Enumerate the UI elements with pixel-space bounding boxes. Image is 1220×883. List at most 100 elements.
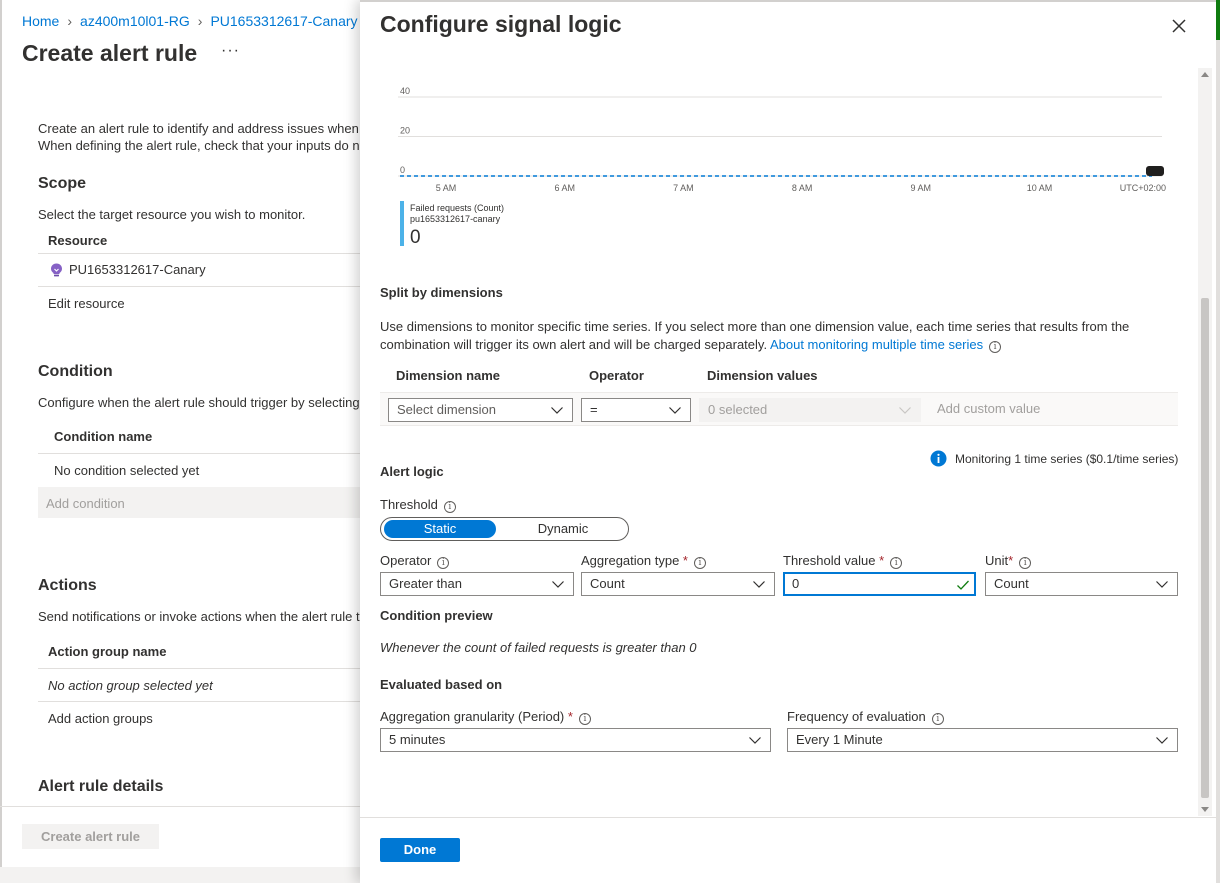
- dropdown-value: Greater than: [389, 576, 462, 591]
- aggregation-type-dropdown[interactable]: Count: [581, 572, 775, 596]
- condition-column-header: Condition name: [54, 429, 153, 444]
- add-action-groups-link[interactable]: Add action groups: [48, 711, 153, 726]
- condition-preview-text: Whenever the count of failed requests is…: [380, 640, 697, 655]
- label-text: Operator: [380, 553, 432, 568]
- y-tick-label: 0: [400, 165, 405, 175]
- edit-resource-link[interactable]: Edit resource: [48, 296, 125, 311]
- more-options-button[interactable]: ···: [221, 42, 240, 60]
- configure-signal-logic-panel: Configure signal logic 0 20 40 5 AM 6 AM 7 AM…: [360, 0, 1220, 883]
- info-icon[interactable]: i: [989, 341, 1002, 353]
- add-custom-value-input[interactable]: Add custom value: [937, 401, 1040, 416]
- required-asterisk: *: [1008, 553, 1014, 568]
- close-icon[interactable]: [1167, 14, 1191, 38]
- breadcrumb-resource[interactable]: PU1653312617-Canary: [210, 13, 357, 29]
- frequency-of-evaluation-label: Frequency of evaluation i: [787, 709, 944, 725]
- chevron-down-icon: [749, 737, 761, 744]
- aggregation-granularity-dropdown[interactable]: 5 minutes: [380, 728, 771, 752]
- info-icon[interactable]: i: [578, 713, 591, 725]
- scroll-down-icon[interactable]: [1201, 807, 1209, 812]
- info-icon[interactable]: i: [693, 557, 706, 569]
- select-dimension-dropdown[interactable]: Select dimension: [388, 398, 573, 422]
- dropdown-value: 0 selected: [708, 402, 768, 417]
- resource-column-header: Resource: [48, 233, 108, 248]
- condition-heading: Condition: [38, 363, 113, 380]
- about-multiple-time-series-link[interactable]: About monitoring multiple time series: [770, 337, 983, 352]
- label-text: Aggregation granularity (Period): [380, 709, 565, 724]
- divider: [38, 286, 368, 287]
- actions-heading: Actions: [38, 577, 97, 594]
- current-time-marker: [1146, 166, 1164, 176]
- scope-heading: Scope: [38, 175, 87, 192]
- alert-rule-details-heading: Alert rule details: [38, 778, 164, 795]
- unit-label: Unit* i: [985, 553, 1032, 569]
- label-text: Threshold: [380, 497, 438, 512]
- chevron-down-icon: [1156, 581, 1168, 588]
- add-condition-button[interactable]: Add condition: [38, 487, 368, 518]
- aggregation-granularity-label: Aggregation granularity (Period) * i: [380, 709, 591, 725]
- dropdown-value: Count: [590, 576, 625, 591]
- scrollbar-thumb[interactable]: [1201, 298, 1209, 798]
- static-option[interactable]: Static: [384, 520, 496, 538]
- info-icon[interactable]: i: [437, 557, 450, 569]
- dynamic-option[interactable]: Dynamic: [507, 520, 619, 538]
- alert-logic-heading: Alert logic: [380, 464, 444, 479]
- x-tick-label: 6 AM: [554, 183, 575, 193]
- chevron-down-icon: [899, 407, 911, 414]
- required-asterisk: *: [567, 709, 573, 724]
- info-icon[interactable]: i: [931, 713, 944, 725]
- resource-row: PU1653312617-Canary: [50, 262, 206, 277]
- threshold-value-label: Threshold value * i: [783, 553, 903, 569]
- y-tick-label: 40: [400, 86, 410, 96]
- actions-description: Send notifications or invoke actions whe…: [38, 609, 360, 624]
- divider: [38, 253, 368, 254]
- legend-value: 0: [410, 227, 421, 248]
- frequency-of-evaluation-dropdown[interactable]: Every 1 Minute: [787, 728, 1178, 752]
- create-alert-rule-button[interactable]: Create alert rule: [22, 824, 159, 849]
- dropdown-value: 5 minutes: [389, 732, 446, 747]
- footer-divider: [360, 817, 1220, 818]
- x-tick-label: 7 AM: [673, 183, 694, 193]
- breadcrumb-home[interactable]: Home: [22, 13, 59, 29]
- x-tick-label: 5 AM: [436, 183, 457, 193]
- x-tick-label: 8 AM: [792, 183, 813, 193]
- condition-description: Configure when the alert rule should tri…: [38, 395, 360, 410]
- vertical-scrollbar[interactable]: [1198, 68, 1212, 816]
- threshold-value-input[interactable]: 0: [783, 572, 976, 596]
- info-icon[interactable]: i: [890, 557, 903, 569]
- metric-chart: 0 20 40 5 AM 6 AM 7 AM 8 AM 9 AM 10 AM UTC+02:00: [398, 86, 1166, 193]
- info-icon[interactable]: i: [1019, 557, 1032, 569]
- scroll-up-icon[interactable]: [1201, 72, 1209, 77]
- threshold-label: Threshold i: [380, 497, 456, 513]
- threshold-toggle: Static Dynamic: [380, 517, 629, 541]
- label-text: Aggregation type: [581, 553, 680, 568]
- chevron-down-icon: [753, 581, 765, 588]
- condition-empty-text: No condition selected yet: [54, 463, 200, 478]
- evaluated-based-on-heading: Evaluated based on: [380, 677, 503, 692]
- label-text: Unit: [985, 553, 1009, 568]
- legend-color-bar: [400, 201, 404, 246]
- dropdown-value: Count: [994, 576, 1029, 591]
- window-edge: [1216, 0, 1220, 883]
- breadcrumb-resource-group[interactable]: az400m10l01-RG: [80, 13, 190, 29]
- info-icon[interactable]: i: [443, 501, 456, 513]
- label-text: Frequency of evaluation: [787, 709, 926, 724]
- panel-top-border: [360, 0, 1220, 2]
- action-group-empty-text: No action group selected yet: [48, 678, 213, 693]
- resource-name: PU1653312617-Canary: [69, 262, 206, 277]
- dropdown-value: Select dimension: [397, 402, 496, 417]
- split-description-text: Use dimensions to monitor specific time …: [380, 319, 1130, 352]
- done-button[interactable]: Done: [380, 838, 460, 862]
- breadcrumb: Home › az400m10l01-RG › PU1653312617-Canary: [22, 13, 358, 29]
- operator-header: Operator: [589, 368, 644, 383]
- legend-resource-name: pu1653312617-canary: [410, 214, 501, 224]
- operator-dropdown[interactable]: Greater than: [380, 572, 574, 596]
- panel-title: Configure signal logic: [380, 11, 622, 37]
- unit-dropdown[interactable]: Count: [985, 572, 1178, 596]
- divider: [38, 453, 368, 454]
- chevron-down-icon: [551, 407, 563, 414]
- dimension-operator-dropdown[interactable]: =: [581, 398, 691, 422]
- x-tick-label: 9 AM: [911, 183, 932, 193]
- action-group-column-header: Action group name: [48, 644, 167, 659]
- horizontal-scrollbar[interactable]: [0, 867, 360, 883]
- breadcrumb-separator-icon: ›: [197, 13, 203, 29]
